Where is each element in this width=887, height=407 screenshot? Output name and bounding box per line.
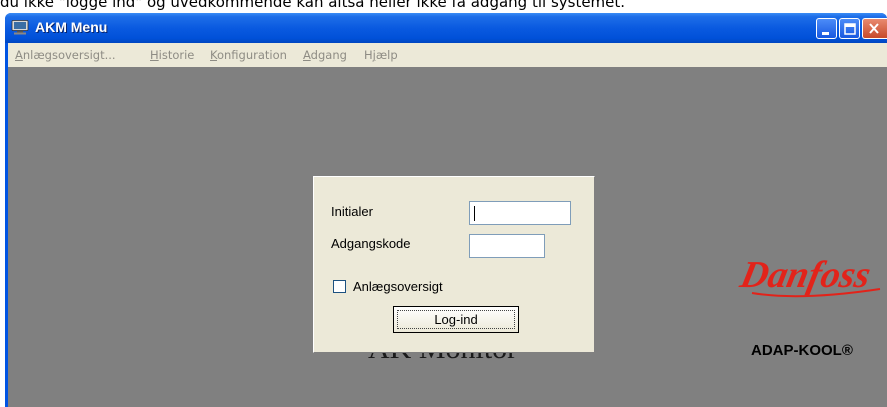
login-button[interactable]: Log-ind [393, 306, 519, 333]
menu-label-rest: nlægsoversigt... [22, 48, 116, 62]
minimize-icon [822, 32, 829, 35]
initials-label: Initialer [331, 204, 373, 219]
menu-adgang[interactable]: Adgang [303, 48, 347, 62]
menu-mnemonic: K [210, 48, 217, 62]
minimize-button[interactable] [816, 18, 837, 39]
menu-label-first: H [364, 48, 373, 62]
checkbox-label: Anlægsoversigt [353, 279, 443, 294]
menu-mnemonic: A [15, 48, 23, 62]
danfoss-logo: Danfoss [736, 254, 881, 298]
password-label: Adgangskode [331, 236, 411, 251]
danfoss-logo-text: Danfoss [736, 254, 875, 296]
title-bar[interactable]: AKM Menu [5, 13, 887, 43]
menu-mnemonic: H [150, 48, 159, 62]
menu-label-rest: dgang [310, 48, 347, 62]
menu-mnemonic: A [303, 48, 311, 62]
adap-kool-label: ADAP-KOOL® [751, 342, 853, 359]
document-caption: du ikke "logge ind" og uvedkommende kan … [0, 0, 626, 11]
close-icon [869, 23, 879, 34]
initials-input[interactable] [469, 201, 571, 225]
login-dialog: Initialer Adgangskode Anlægsoversigt Log… [313, 176, 595, 353]
menu-historie[interactable]: Historie [150, 48, 194, 62]
close-button[interactable] [862, 18, 887, 39]
menu-bar: Anlægsoversigt... Historie Konfiguration… [8, 43, 887, 67]
menu-anlaegsoversigt[interactable]: Anlægsoversigt... [15, 48, 116, 62]
menu-label-rest: ælp [375, 48, 398, 62]
text-caret [474, 206, 475, 221]
maximize-button[interactable] [839, 18, 860, 39]
menu-label-rest: onfiguration [216, 48, 287, 62]
password-input[interactable] [469, 234, 545, 258]
window-title: AKM Menu [35, 19, 108, 35]
computer-icon [11, 20, 29, 35]
maximize-icon [844, 23, 856, 35]
menu-konfiguration[interactable]: Konfiguration [210, 48, 287, 62]
anlaegsoversigt-checkbox[interactable] [333, 280, 346, 293]
menu-label-rest: istorie [158, 48, 195, 62]
menu-hjaelp[interactable]: Hjælp [364, 48, 398, 62]
